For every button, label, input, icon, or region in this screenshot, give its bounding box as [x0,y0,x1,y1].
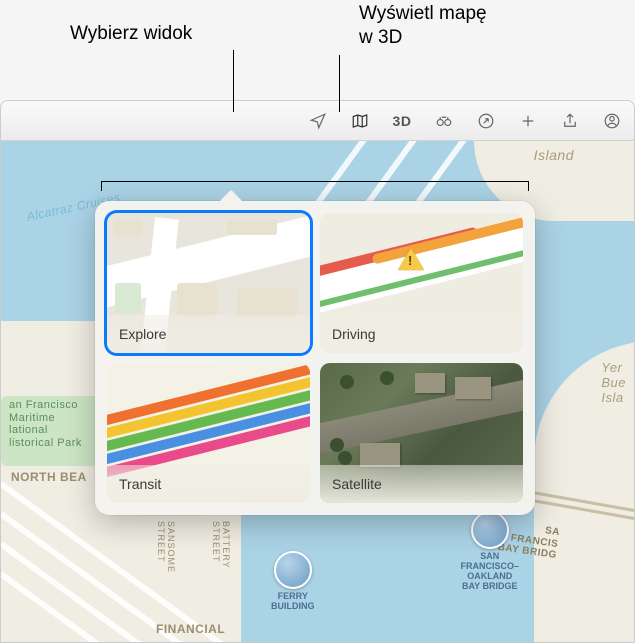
map-label-northbeach: NORTH BEA [11,471,87,485]
lookaround-button[interactable] [432,109,456,133]
poi-icon [471,511,509,549]
callout-3d: Wyświetl mapę w 3D [359,2,487,50]
poi-ferry-building[interactable]: FERRY BUILDING [271,551,315,612]
map-label-yerba: Yer Bue Isla [601,361,626,406]
mode-label: Transit [107,465,310,503]
street-label: SANSOME STREET [156,521,176,573]
poi-icon [274,551,312,589]
plus-icon [519,112,537,130]
mode-label: Satellite [320,465,523,503]
share-icon [561,112,579,130]
annotation-bracket [101,181,529,182]
account-button[interactable] [600,109,624,133]
annotation-bracket [101,181,102,191]
location-button[interactable] [306,109,330,133]
mode-driving[interactable]: Driving [320,213,523,353]
add-button[interactable] [516,109,540,133]
account-icon [603,112,621,130]
callout-choose-view: Wybierz widok [70,22,192,46]
directions-button[interactable] [474,109,498,133]
help-annotations: Wybierz widok Wyświetl mapę w 3D [0,0,635,100]
mode-label: Driving [320,315,523,353]
street-label: BATTERY STREET [211,521,231,569]
map-label-island: Island [534,147,574,163]
toolbar: 3D [1,101,634,141]
mode-satellite[interactable]: Satellite [320,363,523,503]
3d-button[interactable]: 3D [390,109,414,133]
share-button[interactable] [558,109,582,133]
directions-icon [477,112,495,130]
map-canvas[interactable]: Island Alcatraz Cruises Yer Bue Isla an … [1,141,634,642]
poi-bay-bridge[interactable]: SAN FRANCISCO– OAKLAND BAY BRIDGE [460,511,519,592]
mode-label: Explore [107,315,310,353]
mode-explore[interactable]: Explore [107,213,310,353]
map-icon [351,112,369,130]
map-mode-popover: Explore Driving Transit [95,201,535,515]
map-label-financial: FINANCIAL [156,623,225,637]
map-mode-button[interactable] [348,109,372,133]
mode-transit[interactable]: Transit [107,363,310,503]
poi-label: FERRY BUILDING [271,592,315,612]
location-icon [309,112,327,130]
traffic-warning-icon [398,248,424,270]
annotation-bracket [528,181,529,191]
poi-label: SAN FRANCISCO– OAKLAND BAY BRIDGE [460,552,519,592]
maps-window: 3D Island [0,100,635,643]
binoculars-icon [435,112,453,130]
